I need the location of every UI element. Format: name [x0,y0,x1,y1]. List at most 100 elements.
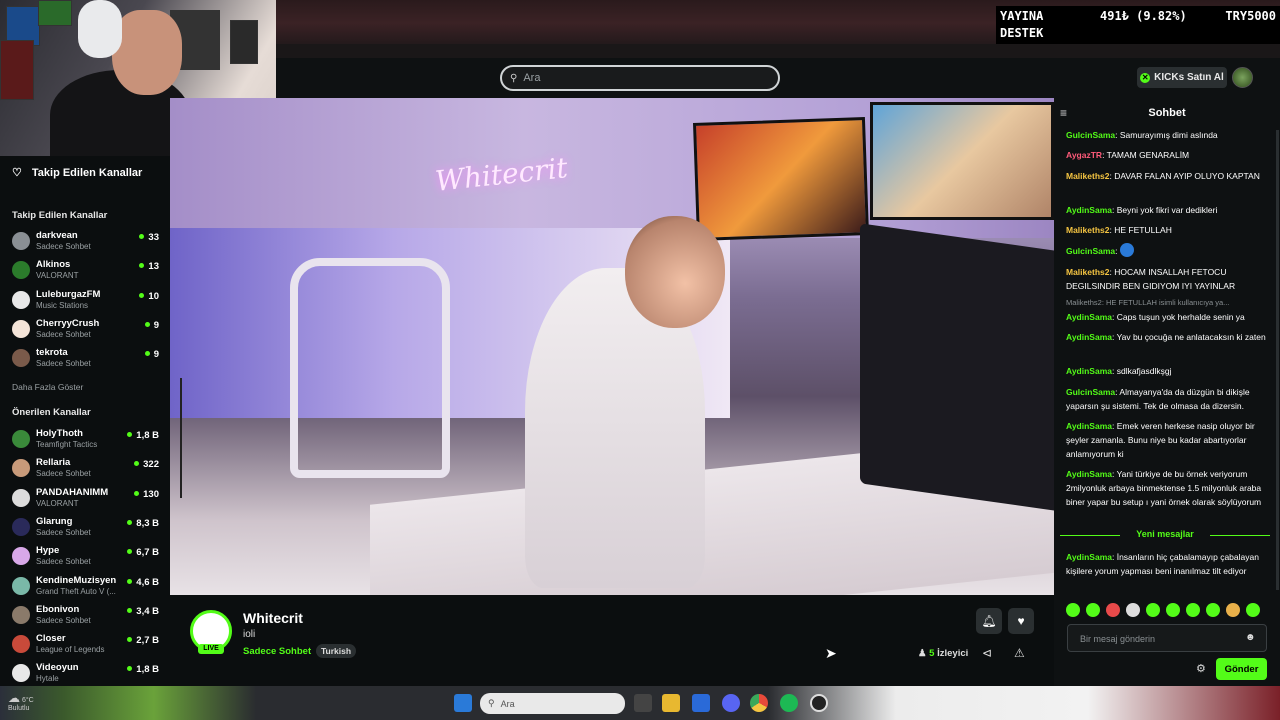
stream-video-player[interactable]: Whitecrit [170,98,1054,595]
channel-category: Music Stations [36,300,89,310]
sidebar-channel-item[interactable]: Ebonivon Sadece Sohbet 3,4 B [12,602,162,630]
sidebar-channel-item[interactable]: PANDAHANIMM VALORANT 130 [12,485,162,513]
cloud-icon: ☁ [8,691,20,705]
spotify-icon[interactable] [780,694,798,712]
channel-category: Sadece Sohbet [36,469,91,479]
notification-bell-button[interactable]: 🔔︎ [976,608,1002,634]
chat-username[interactable]: AydinSama [1066,421,1112,431]
sidebar-channel-item[interactable]: Alkinos VALORANT 13 [12,257,162,285]
follow-button[interactable]: ♥ [1008,608,1034,634]
channel-name: CherryyCrush [36,317,100,329]
heart-filled-icon: ♥ [1017,614,1025,628]
user-avatar[interactable] [1232,67,1253,88]
emote-icon[interactable] [1186,603,1200,617]
emote-icon[interactable] [1106,603,1120,617]
send-message-button[interactable]: Gönder [1216,658,1267,680]
new-messages-label: Yeni mesajlar [1136,529,1194,539]
task-view-icon[interactable] [634,694,652,712]
emote-icon[interactable] [1226,603,1240,617]
windows-start-icon[interactable] [454,694,472,712]
chat-text: Yav bu çocuğa ne anlatacaksın ki zaten [1116,332,1266,342]
viewer-count: 4,6 B [127,577,159,588]
store-icon[interactable] [692,694,710,712]
chat-username[interactable]: AydinSama [1066,312,1112,322]
emote-icon[interactable] [1126,603,1140,617]
channel-avatar [12,430,30,448]
following-header[interactable]: ♡ Takip Edilen Kanallar [12,166,143,180]
emote-icon[interactable] [1246,603,1260,617]
channel-avatar [12,349,30,368]
language-tag[interactable]: Turkish [316,644,357,658]
channel-category: Sadece Sohbet [36,242,91,251]
search-input[interactable]: ⚲ Ara [500,65,780,91]
emote-row [1066,603,1266,617]
channel-name: LuleburgazFM [36,288,101,300]
donation-label-line1: YAYINA [1000,9,1044,23]
sidebar-channel-item[interactable]: Rellaria Sadece Sohbet 322 [12,455,162,483]
channel-category: Sadece Sohbet [36,359,91,369]
chat-message: GulcinSama: Samurayımış dimi aslında [1066,128,1270,142]
chat-username[interactable]: AygazTR [1066,150,1102,160]
emote-icon[interactable] [1146,603,1160,617]
search-icon: ⚲ [510,72,518,84]
chat-message-input[interactable]: Bir mesaj gönderin [1067,624,1267,652]
taskbar-search[interactable]: ⚲ Ara [480,693,625,714]
discord-icon[interactable] [722,694,740,712]
channel-avatar [12,576,30,595]
channel-category: League of Legends [36,645,105,655]
chat-settings-icon[interactable]: ⚙ [1196,662,1206,675]
sidebar-channel-item[interactable]: Closer League of Legends 2,7 B [12,631,162,659]
report-icon[interactable]: ⚠ [1014,646,1025,660]
chat-message: AygazTR: TAMAM GENARALİM [1066,148,1270,162]
channel-category: VALORANT [36,498,79,508]
sidebar-channel-item[interactable]: tekrota Sadece Sohbet 9 [12,345,162,373]
sidebar-channel-item[interactable]: CherryyCrush Sadece Sohbet 9 [12,316,162,344]
chat-username[interactable]: GulcinSama [1066,387,1115,397]
chat-username[interactable]: AydinSama [1066,366,1112,376]
chat-username[interactable]: AydinSama [1066,332,1112,342]
stream-category[interactable]: Sadece Sohbet [243,646,311,657]
chat-username[interactable]: Malikeths2 [1066,171,1109,181]
following-header-label: Takip Edilen Kanallar [31,166,143,179]
emote-icon[interactable] [1166,603,1180,617]
chat-emote-icon [1119,243,1134,257]
sidebar-channel-item[interactable]: Videoyun Hytale 1,8 B [12,660,162,688]
emote-icon[interactable] [1086,603,1100,617]
new-messages-divider[interactable]: Yeni mesajlar [1060,529,1270,541]
chrome-icon[interactable] [750,694,768,712]
chat-username[interactable]: Malikeths2 [1066,267,1109,277]
chat-username[interactable]: Malikeths2 [1066,225,1109,235]
channel-avatar [12,232,30,250]
obs-icon[interactable] [810,694,828,712]
sidebar-channel-item[interactable]: KendineMuzisyen Grand Theft Auto V (... 4,… [12,573,162,601]
sidebar-channel-item[interactable]: darkvean Sadece Sohbet 33 [12,228,162,256]
channel-name[interactable]: Whitecrit [243,610,303,626]
chat-text: Beyni yok fikri var dedikleri [1116,205,1218,215]
chat-username[interactable]: AydinSama [1066,469,1112,479]
sidebar-channel-item[interactable]: Glarung Sadece Sohbet 8,3 B [12,514,162,542]
chat-username[interactable]: GulcinSama [1066,246,1115,256]
file-explorer-icon[interactable] [662,694,680,712]
chat-username[interactable]: AydinSama [1066,552,1112,562]
sidebar-channel-item[interactable]: HolyThoth Teamfight Tactics 1,8 B [12,426,162,454]
viewer-count: 322 [134,459,159,470]
chat-scrollbar[interactable] [1276,130,1279,590]
chat-text: DAVAR FALAN AYIP OLUYO KAPTAN [1114,171,1260,181]
stream-info-bar [170,595,1054,686]
channel-name: Alkinos [36,259,71,271]
channel-category: Sadece Sohbet [36,329,91,339]
chat-username[interactable]: GulcinSama [1066,130,1115,140]
emote-icon[interactable] [1066,603,1080,617]
buy-kicks-button[interactable]: ✕ KICKs Satın Al [1137,67,1227,88]
chat-username[interactable]: AydinSama [1066,205,1112,215]
share-icon[interactable]: ⊲ [982,646,992,660]
emoji-picker-icon[interactable]: ☻ [1245,632,1256,643]
sidebar-channel-item[interactable]: Hype Sadece Sohbet 6,7 B [12,543,162,571]
donation-goal-overlay: YAYINA DESTEK 491₺ (9.82%) TRY5000 [996,6,1280,44]
viewer-count: 10 [139,291,159,302]
show-more-link[interactable]: Daha Fazla Göster [12,382,83,392]
channel-avatar [12,605,30,624]
weather-widget[interactable]: ☁ 6°C Bulutlu [8,691,58,715]
emote-icon[interactable] [1206,603,1220,617]
sidebar-channel-item[interactable]: LuleburgazFM Music Stations 10 [12,287,162,315]
